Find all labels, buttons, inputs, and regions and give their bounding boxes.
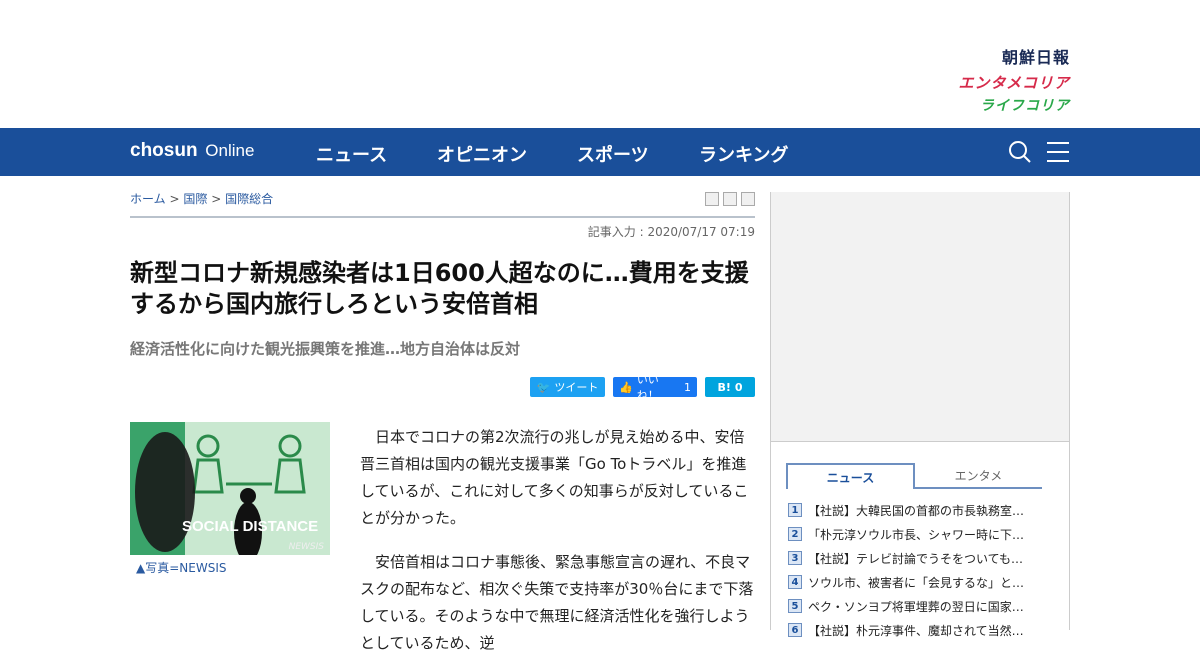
chosun-ilbo-link[interactable]: 朝鮮日報 bbox=[930, 44, 1070, 68]
sidebar: ニュース エンタメ 1 【社説】大韓民国の首都の市長執務室… 2 「朴元淳ソウル市長… bbox=[770, 192, 1070, 638]
divider bbox=[130, 216, 755, 218]
breadcrumb-home[interactable]: ホーム bbox=[130, 192, 166, 206]
logo-bold: chosun bbox=[130, 140, 198, 161]
main-nav: chosun Online ニュース オピニオン スポーツ ランキング bbox=[0, 128, 1200, 176]
nav-item-sports[interactable]: スポーツ bbox=[577, 141, 649, 167]
tab-news[interactable]: ニュース bbox=[786, 463, 915, 489]
list-item[interactable]: 3 【社説】テレビ討論でうそをついても… bbox=[788, 546, 1058, 570]
article-photo[interactable]: SOCIAL DISTANCE NEWSIS bbox=[130, 422, 330, 555]
ranking-list: 1 【社説】大韓民国の首都の市長執務室… 2 「朴元淳ソウル市長、シャワー時に下… … bbox=[788, 498, 1058, 642]
hatena-button[interactable]: B! 0 bbox=[705, 377, 755, 397]
back-icon[interactable] bbox=[741, 192, 755, 206]
breadcrumb-section[interactable]: 国際 bbox=[183, 192, 207, 206]
top-banner: 朝鮮日報 エンタメコリア ライフコリア bbox=[0, 0, 1200, 128]
brand-links: 朝鮮日報 エンタメコリア ライフコリア bbox=[930, 44, 1070, 115]
photo-sign-text: SOCIAL DISTANCE bbox=[182, 518, 319, 535]
list-icon[interactable] bbox=[723, 192, 737, 206]
life-korea-link[interactable]: ライフコリア bbox=[930, 95, 1070, 115]
article-subtitle: 経済活性化に向けた観光振興策を推進…地方自治体は反対 bbox=[130, 340, 521, 358]
ranking-tabs: ニュース エンタメ bbox=[786, 463, 1042, 489]
breadcrumb: ホーム > 国際 > 国際総合 bbox=[130, 192, 274, 206]
list-item[interactable]: 2 「朴元淳ソウル市長、シャワー時に下… bbox=[788, 522, 1058, 546]
photo-watermark: NEWSIS bbox=[288, 542, 324, 552]
article-tools bbox=[705, 192, 755, 206]
tweet-button[interactable]: 🐦 ツイート bbox=[530, 377, 605, 397]
paragraph-1: 日本でコロナの第2次流行の兆しが見え始める中、安倍晋三首相は国内の観光支援事業「… bbox=[360, 428, 749, 527]
print-icon[interactable] bbox=[705, 192, 719, 206]
twitter-icon: 🐦 bbox=[536, 380, 551, 394]
article-title: 新型コロナ新規感染者は1日600人超なのに…費用を支援するから国内旅行しろという… bbox=[130, 259, 749, 318]
entame-korea-link[interactable]: エンタメコリア bbox=[930, 72, 1070, 93]
share-buttons: 🐦 ツイート 👍 いいね！ 1 B! 0 bbox=[530, 373, 755, 402]
article-date: 記事入力 : 2020/07/17 07:19 bbox=[587, 225, 755, 239]
thumbs-up-icon: 👍 bbox=[619, 380, 633, 394]
tab-entame[interactable]: エンタメ bbox=[915, 463, 1042, 489]
nav-item-news[interactable]: ニュース bbox=[316, 141, 387, 167]
breadcrumb-subsection[interactable]: 国際総合 bbox=[225, 192, 273, 206]
logo-light: Online bbox=[205, 141, 255, 160]
menu-icon[interactable] bbox=[1046, 140, 1070, 168]
list-item[interactable]: 1 【社説】大韓民国の首都の市長執務室… bbox=[788, 498, 1058, 522]
site-logo[interactable]: chosun Online bbox=[130, 140, 254, 162]
photo-caption: ▲写真=NEWSIS bbox=[136, 561, 227, 575]
paragraph-2: 安倍首相はコロナ事態後、緊急事態宣言の遅れ、不良マスクの配布など、相次ぐ失策で支… bbox=[360, 553, 754, 652]
search-icon[interactable] bbox=[1008, 140, 1032, 168]
nav-item-opinion[interactable]: オピニオン bbox=[437, 141, 527, 167]
list-item[interactable]: 5 ペク・ソンヨプ将軍埋葬の翌日に国家… bbox=[788, 594, 1058, 618]
list-item[interactable]: 4 ソウル市、被害者に「会見するな」と… bbox=[788, 570, 1058, 594]
list-item[interactable]: 6 【社説】朴元淳事件、魔却されて当然… bbox=[788, 618, 1058, 642]
ad-slot bbox=[771, 192, 1069, 442]
like-button[interactable]: 👍 いいね！ 1 bbox=[613, 373, 697, 402]
nav-item-ranking[interactable]: ランキング bbox=[699, 141, 788, 167]
